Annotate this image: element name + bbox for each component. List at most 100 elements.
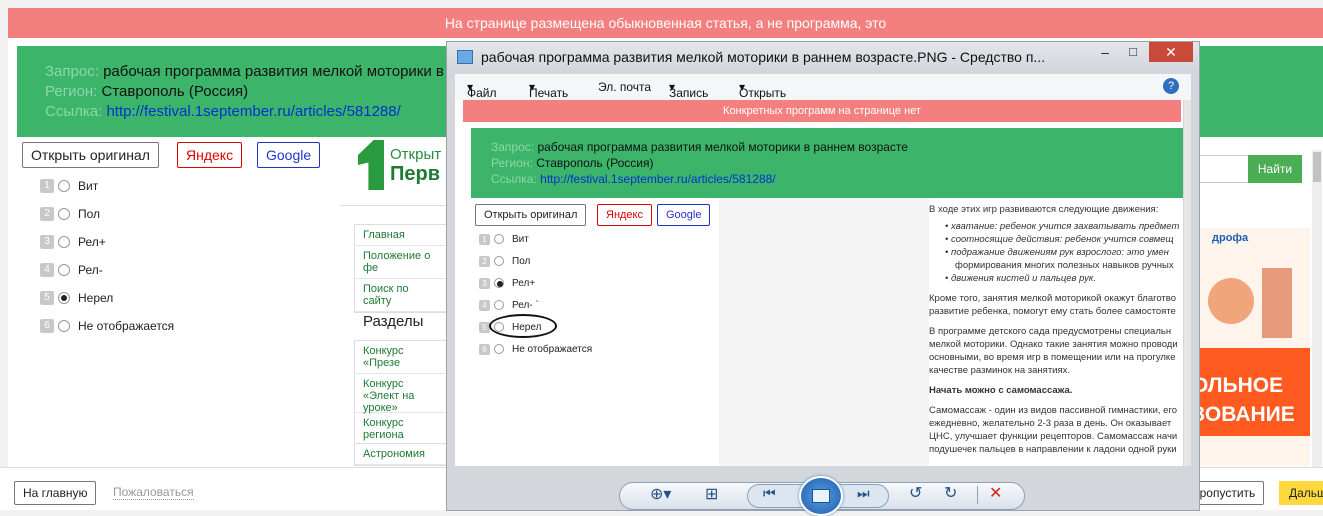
article-link[interactable]: http://festival.1september.ru/articles/5… [106, 103, 400, 120]
banner-text: На странице размещена обыкновенная стать… [444, 15, 887, 31]
option-number: 3 [40, 235, 54, 249]
next-button[interactable]: Дальш [1279, 481, 1323, 505]
option-label: Рел- ` [512, 299, 539, 311]
image-app-icon [457, 50, 473, 64]
previous-icon[interactable]: ⏮ [763, 485, 776, 502]
rotate-left-icon[interactable]: ↺ [909, 483, 922, 503]
home-button[interactable]: На главную [14, 481, 97, 505]
inner-content-area: В ходе этих игр развиваются следующие дв… [719, 198, 1183, 466]
option-label: Пол [512, 255, 531, 267]
option-number: 3 [479, 277, 490, 289]
menu-email[interactable]: Эл. почта [598, 80, 651, 94]
radio-icon [494, 234, 504, 244]
slideshow-icon[interactable] [799, 476, 843, 516]
option-number: 2 [479, 255, 490, 267]
article-line: развитие ребенка, помогут ему стать боле… [929, 306, 1176, 317]
radio-icon [494, 344, 504, 354]
google-button[interactable]: Google [257, 142, 321, 168]
radio-icon[interactable] [58, 180, 70, 192]
article-line: В программе детского сада предусмотрены … [929, 326, 1172, 337]
rating-option: 4 Рел- ` [479, 296, 539, 314]
menu-open[interactable]: Открыть ▾ [739, 80, 786, 100]
menu-print[interactable]: Печать ▾ [529, 80, 568, 100]
radio-icon[interactable] [58, 264, 70, 276]
page-scrollbar[interactable] [1312, 150, 1322, 470]
rotate-right-icon[interactable]: ↻ [944, 483, 957, 503]
rating-option[interactable]: 4 Рел- [40, 261, 103, 279]
section-item[interactable]: Конкурс «Элект на уроке» [355, 374, 447, 414]
fit-window-icon[interactable]: ⊞ [705, 484, 718, 504]
option-label: Нерел [78, 291, 114, 305]
article-line: Кроме того, занятия мелкой моторикой ока… [929, 293, 1177, 304]
close-icon[interactable]: ✕ [1149, 42, 1193, 62]
inner-yandex: Яндекс [597, 204, 652, 226]
option-label: Не отображается [512, 343, 593, 355]
help-icon[interactable]: ? [1163, 78, 1179, 94]
rating-option[interactable]: 5 Нерел [40, 289, 113, 307]
article-bullet: • подражание движениям рук взрослого: эт… [945, 247, 1169, 258]
nav-item[interactable]: Главная [355, 225, 447, 246]
option-label: Вит [512, 233, 529, 245]
nav-item[interactable]: Поиск по сайту [355, 279, 447, 312]
viewer-menubar: Файл ▾ Печать ▾ Эл. почта Запись ▾ Откры… [455, 74, 1191, 101]
image-viewport[interactable]: Конкретных программ на странице нет Запр… [455, 100, 1183, 466]
photo-viewer-window[interactable]: рабочая программа развития мелкой мотори… [446, 41, 1200, 516]
radio-icon[interactable] [58, 292, 70, 304]
ad-image[interactable]: дрофа [1190, 228, 1310, 348]
annotation-circle [489, 314, 557, 338]
article-bullet: • движения кистей и пальцев рук. [945, 273, 1096, 284]
extra-list: Астрономия [354, 443, 448, 466]
radio-icon[interactable] [58, 208, 70, 220]
option-number: 4 [479, 299, 490, 311]
yandex-button[interactable]: Яндекс [177, 142, 243, 168]
section-item[interactable]: Конкурс «Презе [355, 341, 447, 374]
minimize-icon[interactable]: – [1091, 44, 1119, 62]
ad-banner[interactable]: ОЛЬНОЕ ЗОВАНИЕ [1190, 348, 1310, 436]
site-search-input[interactable] [1199, 155, 1249, 183]
inner-google: Google [657, 204, 711, 226]
region-line: Регион: Ставрополь (Россия) [45, 83, 248, 100]
ad-text-1: ОЛЬНОЕ [1192, 374, 1284, 397]
inner-banner: Конкретных программ на странице нет [463, 100, 1181, 122]
rating-option: 2 Пол [479, 252, 530, 270]
option-label: Рел+ [512, 277, 536, 289]
next-icon[interactable]: ⏭ [857, 485, 870, 502]
rating-option[interactable]: 2 Пол [40, 205, 100, 223]
inner-link-line: Ссылка: http://festival.1september.ru/ar… [491, 172, 776, 186]
open-original-button[interactable]: Открыть оригинал [22, 142, 159, 168]
region-label: Регион: [45, 83, 98, 100]
section-item[interactable]: Конкурс региона [355, 413, 447, 446]
complain-link[interactable]: Пожаловаться [113, 485, 194, 500]
option-number: 1 [479, 233, 490, 245]
radio-icon[interactable] [58, 236, 70, 248]
article-line: Самомассаж - один из видов пассивной гим… [929, 405, 1178, 416]
radio-icon [494, 300, 504, 310]
delete-icon[interactable]: ✕ [989, 483, 1002, 503]
menu-file[interactable]: Файл ▾ [467, 80, 497, 100]
rating-option[interactable]: 1 Вит [40, 177, 98, 195]
extra-item[interactable]: Астрономия [355, 444, 447, 465]
toolbar-divider [977, 486, 978, 504]
article-line: мелкой моторики. Однако такие занятия мо… [929, 339, 1178, 350]
option-label: Не отображается [78, 319, 175, 333]
rating-option: 6 Не отображается [479, 340, 592, 358]
nav-item[interactable]: Положение о фе [355, 246, 447, 279]
viewer-scrollbar[interactable] [1184, 100, 1191, 466]
maximize-icon[interactable]: □ [1119, 44, 1147, 62]
rating-option[interactable]: 3 Рел+ [40, 233, 106, 251]
viewer-toolbar: ⊕▾ ⊞ ⏮ ⏭ ↺ ↻ ✕ [447, 470, 1199, 516]
zoom-icon[interactable]: ⊕▾ [650, 484, 671, 504]
viewer-titlebar[interactable]: рабочая программа развития мелкой мотори… [447, 42, 1199, 72]
article-line: подушечек пальцев в направлении к ладони… [929, 444, 1177, 455]
rating-option[interactable]: 6 Не отображается [40, 317, 174, 335]
radio-icon[interactable] [58, 320, 70, 332]
viewer-title: рабочая программа развития мелкой мотори… [481, 49, 1046, 65]
option-number: 1 [40, 179, 54, 193]
ad-building-icon [1262, 268, 1292, 338]
sections-title: Разделы [363, 313, 424, 330]
inner-query-line: Запрос: рабочая программа развития мелко… [491, 140, 908, 154]
ad-footer [1190, 436, 1310, 466]
menu-burn[interactable]: Запись ▾ [669, 80, 708, 100]
site-search-button[interactable]: Найти [1248, 155, 1302, 183]
sections-list: Конкурс «Презе Конкурс «Элект на уроке» … [354, 340, 448, 447]
